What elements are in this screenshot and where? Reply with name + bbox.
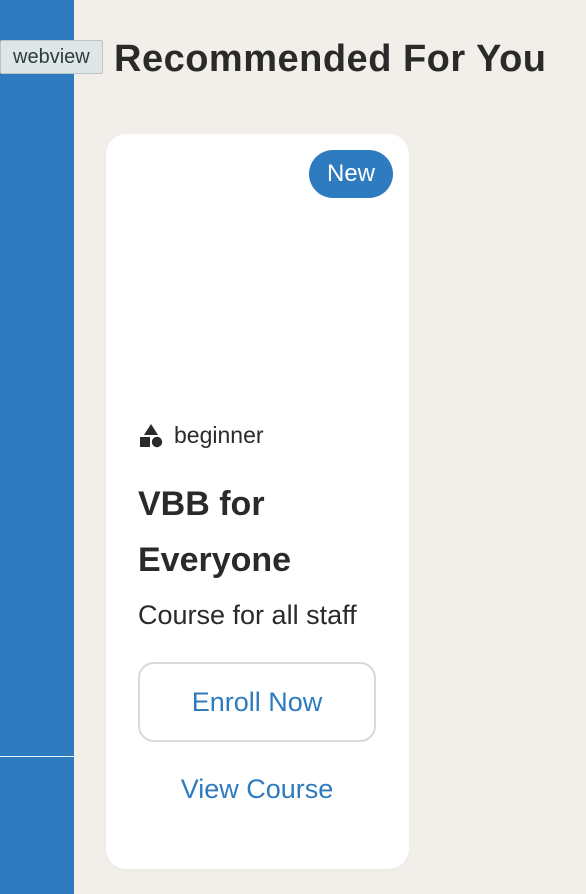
level-label: beginner	[174, 422, 264, 448]
section-title: Recommended For You	[114, 38, 547, 80]
course-level: beginner	[138, 422, 264, 449]
main-content: Recommended For You New beginner VBB for…	[74, 0, 586, 894]
shapes-icon	[138, 423, 164, 449]
webview-tag: webview	[0, 40, 103, 74]
course-title: VBB for Everyone	[138, 485, 292, 579]
course-description: Course for all staff	[138, 600, 357, 630]
new-badge: New	[308, 150, 393, 198]
sidebar	[0, 0, 74, 894]
enroll-now-button[interactable]: Enroll Now	[138, 662, 376, 742]
view-course-link[interactable]: View Course	[138, 774, 376, 805]
sidebar-divider	[0, 756, 74, 757]
course-card: New beginner VBB for Everyone Course for…	[106, 134, 409, 869]
